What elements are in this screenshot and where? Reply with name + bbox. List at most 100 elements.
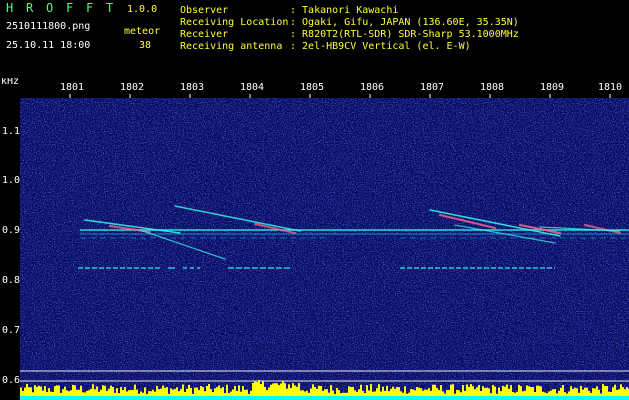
level-bar-base [278, 396, 280, 400]
level-bar-base [250, 396, 252, 400]
level-bar-base [556, 396, 558, 400]
level-bar-base [176, 396, 178, 400]
level-bar-base [448, 396, 450, 400]
level-bar-base [256, 396, 258, 400]
level-bar-base [550, 396, 552, 400]
level-bar-base [290, 396, 292, 400]
level-bar-base [608, 396, 610, 400]
level-bar-base [210, 396, 212, 400]
level-bar-base [398, 396, 400, 400]
level-bar-base [424, 396, 426, 400]
level-bar-base [60, 396, 62, 400]
level-bar-base [462, 396, 464, 400]
level-bar-base [328, 396, 330, 400]
level-bar-base [312, 396, 314, 400]
level-bar-base [338, 396, 340, 400]
level-bar-base [600, 396, 602, 400]
meteor-count: 38 [139, 40, 152, 51]
level-bar-base [150, 396, 152, 400]
x-tick-label: 1802 [120, 82, 144, 93]
level-bar-base [134, 396, 136, 400]
level-bar-base [68, 396, 70, 400]
level-bar-base [622, 396, 624, 400]
level-bar-base [354, 396, 356, 400]
level-bar-base [494, 396, 496, 400]
level-bar-base [456, 396, 458, 400]
level-bar-base [388, 396, 390, 400]
level-bar-base [590, 396, 592, 400]
level-bar-base [564, 396, 566, 400]
level-bar-base [544, 396, 546, 400]
level-bar-base [452, 396, 454, 400]
level-bar-base [374, 396, 376, 400]
level-bar-base [442, 396, 444, 400]
level-bar-base [582, 396, 584, 400]
level-bar-base [606, 396, 608, 400]
level-bar-base [572, 396, 574, 400]
info-label-receiver: Receiver [180, 29, 229, 40]
level-bar-base [218, 396, 220, 400]
level-bar-base [402, 396, 404, 400]
x-tick-label: 1804 [240, 82, 264, 93]
level-bar-base [90, 396, 92, 400]
level-bar-base [380, 396, 382, 400]
level-bar-base [164, 396, 166, 400]
level-bar-base [92, 396, 94, 400]
level-bar-base [554, 396, 556, 400]
level-bar-base [140, 396, 142, 400]
x-tick-label: 1805 [300, 82, 324, 93]
level-bar-base [162, 396, 164, 400]
level-bar-base [534, 396, 536, 400]
level-bar-base [540, 396, 542, 400]
level-bar-base [22, 396, 24, 400]
level-bar-base [84, 396, 86, 400]
level-bar-base [54, 396, 56, 400]
level-bar-base [406, 396, 408, 400]
level-bar-base [62, 396, 64, 400]
file-name: 2510111800.png [6, 21, 91, 32]
level-bar-base [478, 396, 480, 400]
x-tick-label: 1806 [360, 82, 384, 93]
level-bar-base [502, 396, 504, 400]
level-bar-base [410, 396, 412, 400]
level-bar-base [538, 396, 540, 400]
level-bar-base [28, 396, 30, 400]
x-axis-ticks: 1801 1802 1803 1804 1805 1806 1807 1808 … [60, 82, 622, 93]
level-bar-base [160, 396, 162, 400]
level-bar-base [420, 396, 422, 400]
level-bar-base [178, 396, 180, 400]
level-bar-base [224, 396, 226, 400]
level-bar-base [294, 396, 296, 400]
level-bar-base [234, 396, 236, 400]
level-bar-base [240, 396, 242, 400]
level-bar-base [120, 396, 122, 400]
level-bar-base [72, 396, 74, 400]
level-bar-base [302, 396, 304, 400]
level-bar-base [252, 396, 254, 400]
level-bar-base [396, 396, 398, 400]
level-bar-base [472, 396, 474, 400]
level-bar-base [292, 396, 294, 400]
app-title-letter: H [6, 1, 14, 15]
level-bar-base [254, 396, 256, 400]
level-bar-base [426, 396, 428, 400]
level-bar-base [440, 396, 442, 400]
level-bar-base [508, 396, 510, 400]
level-bar-base [46, 396, 48, 400]
level-bar-base [144, 396, 146, 400]
level-bar-base [124, 396, 126, 400]
level-bar-base [52, 396, 54, 400]
x-tick-label: 1807 [420, 82, 444, 93]
level-bar-base [38, 396, 40, 400]
level-bar-base [464, 396, 466, 400]
level-bar-base [562, 396, 564, 400]
level-bar-base [430, 396, 432, 400]
level-bar-base [516, 396, 518, 400]
level-bar-base [26, 396, 28, 400]
level-bar-base [216, 396, 218, 400]
level-bar-base [268, 396, 270, 400]
level-bar-base [612, 396, 614, 400]
level-bar-base [394, 396, 396, 400]
level-bar-base [314, 396, 316, 400]
level-bar-base [106, 396, 108, 400]
